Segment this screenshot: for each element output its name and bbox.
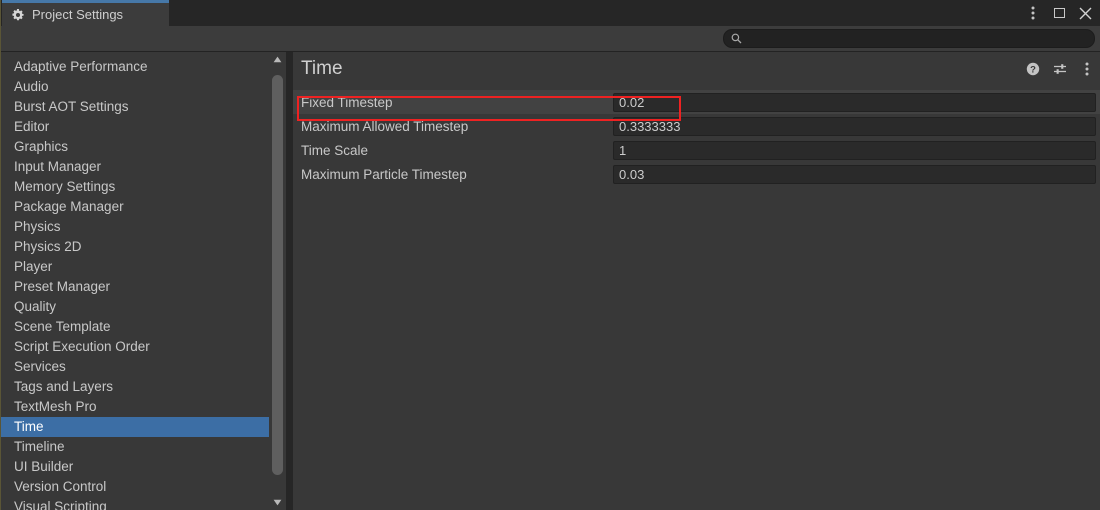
property-row: Maximum Allowed Timestep bbox=[293, 114, 1100, 138]
property-label: Time Scale bbox=[301, 142, 369, 158]
property-label: Maximum Particle Timestep bbox=[301, 166, 467, 182]
property-row: Fixed Timestep bbox=[293, 90, 1100, 114]
sidebar-item-timeline[interactable]: Timeline bbox=[1, 437, 269, 457]
sidebar-scroll-thumb[interactable] bbox=[272, 75, 283, 475]
sidebar-scroll-track[interactable] bbox=[269, 67, 286, 495]
sidebar-item-memory-settings[interactable]: Memory Settings bbox=[1, 177, 269, 197]
sidebar-item-time[interactable]: Time bbox=[1, 417, 269, 437]
maximize-button[interactable] bbox=[1047, 2, 1071, 24]
svg-text:?: ? bbox=[1030, 65, 1036, 76]
settings-category-list: Adaptive Performance Audio Burst AOT Setti… bbox=[1, 57, 269, 510]
gear-icon bbox=[12, 8, 24, 20]
search-input[interactable] bbox=[742, 30, 1094, 47]
project-settings-window: Project Settings Adaptive Performance Au… bbox=[0, 0, 1100, 510]
search-icon bbox=[731, 33, 742, 44]
help-icon: ? bbox=[1026, 62, 1040, 76]
sidebar-item-graphics[interactable]: Graphics bbox=[1, 137, 269, 157]
sidebar-item-services[interactable]: Services bbox=[1, 357, 269, 377]
scroll-up-arrow-icon bbox=[273, 56, 282, 63]
property-row: Time Scale bbox=[293, 138, 1100, 162]
sidebar-item-adaptive-performance[interactable]: Adaptive Performance bbox=[1, 57, 269, 77]
scroll-down-arrow-icon bbox=[273, 499, 282, 506]
property-value-input[interactable] bbox=[614, 165, 1095, 183]
property-label: Fixed Timestep bbox=[301, 94, 393, 110]
property-field-maximum-particle-timestep[interactable] bbox=[613, 164, 1096, 184]
sidebar-item-audio[interactable]: Audio bbox=[1, 77, 269, 97]
sidebar-item-quality[interactable]: Quality bbox=[1, 297, 269, 317]
scroll-down-button[interactable] bbox=[269, 495, 286, 510]
content-menu-button[interactable] bbox=[1079, 61, 1095, 77]
preset-icon bbox=[1053, 64, 1066, 74]
page-title: Time bbox=[301, 58, 343, 79]
window-menu-button[interactable] bbox=[1021, 2, 1045, 24]
tab-label: Project Settings bbox=[32, 7, 124, 22]
sidebar-item-textmesh-pro[interactable]: TextMesh Pro bbox=[1, 397, 269, 417]
title-bar: Project Settings bbox=[1, 0, 1100, 26]
settings-content-panel: Time ? Fixed Timestep 0.02 Maximum Allow… bbox=[293, 52, 1100, 510]
close-icon bbox=[1079, 7, 1091, 19]
sidebar-item-ui-builder[interactable]: UI Builder bbox=[1, 457, 269, 477]
help-button[interactable]: ? bbox=[1025, 61, 1041, 77]
kebab-menu-icon bbox=[1031, 6, 1035, 20]
property-rows: Fixed Timestep Maximum Allowed Timestep Ti… bbox=[293, 90, 1100, 186]
sidebar-item-script-execution-order[interactable]: Script Execution Order bbox=[1, 337, 269, 357]
property-value-input[interactable] bbox=[614, 93, 1095, 111]
kebab-menu-icon bbox=[1085, 62, 1089, 76]
sidebar-scrollbar[interactable] bbox=[269, 52, 286, 510]
sidebar-item-version-control[interactable]: Version Control bbox=[1, 477, 269, 497]
maximize-icon bbox=[1053, 8, 1065, 18]
settings-sidebar: Adaptive Performance Audio Burst AOT Setti… bbox=[1, 52, 286, 510]
sidebar-item-preset-manager[interactable]: Preset Manager bbox=[1, 277, 269, 297]
sidebar-item-scene-template[interactable]: Scene Template bbox=[1, 317, 269, 337]
property-value-input[interactable] bbox=[614, 141, 1095, 159]
property-field-maximum-allowed-timestep[interactable] bbox=[613, 116, 1096, 136]
content-header-actions: ? bbox=[1025, 61, 1095, 77]
search-box[interactable] bbox=[723, 29, 1095, 48]
sidebar-item-editor[interactable]: Editor bbox=[1, 117, 269, 137]
sidebar-item-player[interactable]: Player bbox=[1, 257, 269, 277]
sidebar-item-tags-and-layers[interactable]: Tags and Layers bbox=[1, 377, 269, 397]
toolbar bbox=[1, 26, 1100, 52]
sidebar-item-physics-2d[interactable]: Physics 2D bbox=[1, 237, 269, 257]
sidebar-item-burst-aot-settings[interactable]: Burst AOT Settings bbox=[1, 97, 269, 117]
scroll-up-button[interactable] bbox=[269, 52, 286, 67]
preset-button[interactable] bbox=[1052, 61, 1068, 77]
property-field-time-scale[interactable] bbox=[613, 140, 1096, 160]
sidebar-item-package-manager[interactable]: Package Manager bbox=[1, 197, 269, 217]
property-value-input[interactable] bbox=[614, 117, 1095, 135]
sidebar-item-visual-scripting[interactable]: Visual Scripting bbox=[1, 497, 269, 510]
content-header: Time ? bbox=[293, 52, 1100, 90]
window-controls bbox=[1021, 0, 1097, 26]
property-label: Maximum Allowed Timestep bbox=[301, 118, 469, 134]
close-button[interactable] bbox=[1073, 2, 1097, 24]
panel-splitter[interactable] bbox=[286, 52, 293, 510]
property-field-fixed-timestep[interactable] bbox=[613, 92, 1096, 112]
property-row: Maximum Particle Timestep bbox=[293, 162, 1100, 186]
sidebar-item-physics[interactable]: Physics bbox=[1, 217, 269, 237]
sidebar-item-input-manager[interactable]: Input Manager bbox=[1, 157, 269, 177]
tab-project-settings[interactable]: Project Settings bbox=[2, 0, 169, 26]
